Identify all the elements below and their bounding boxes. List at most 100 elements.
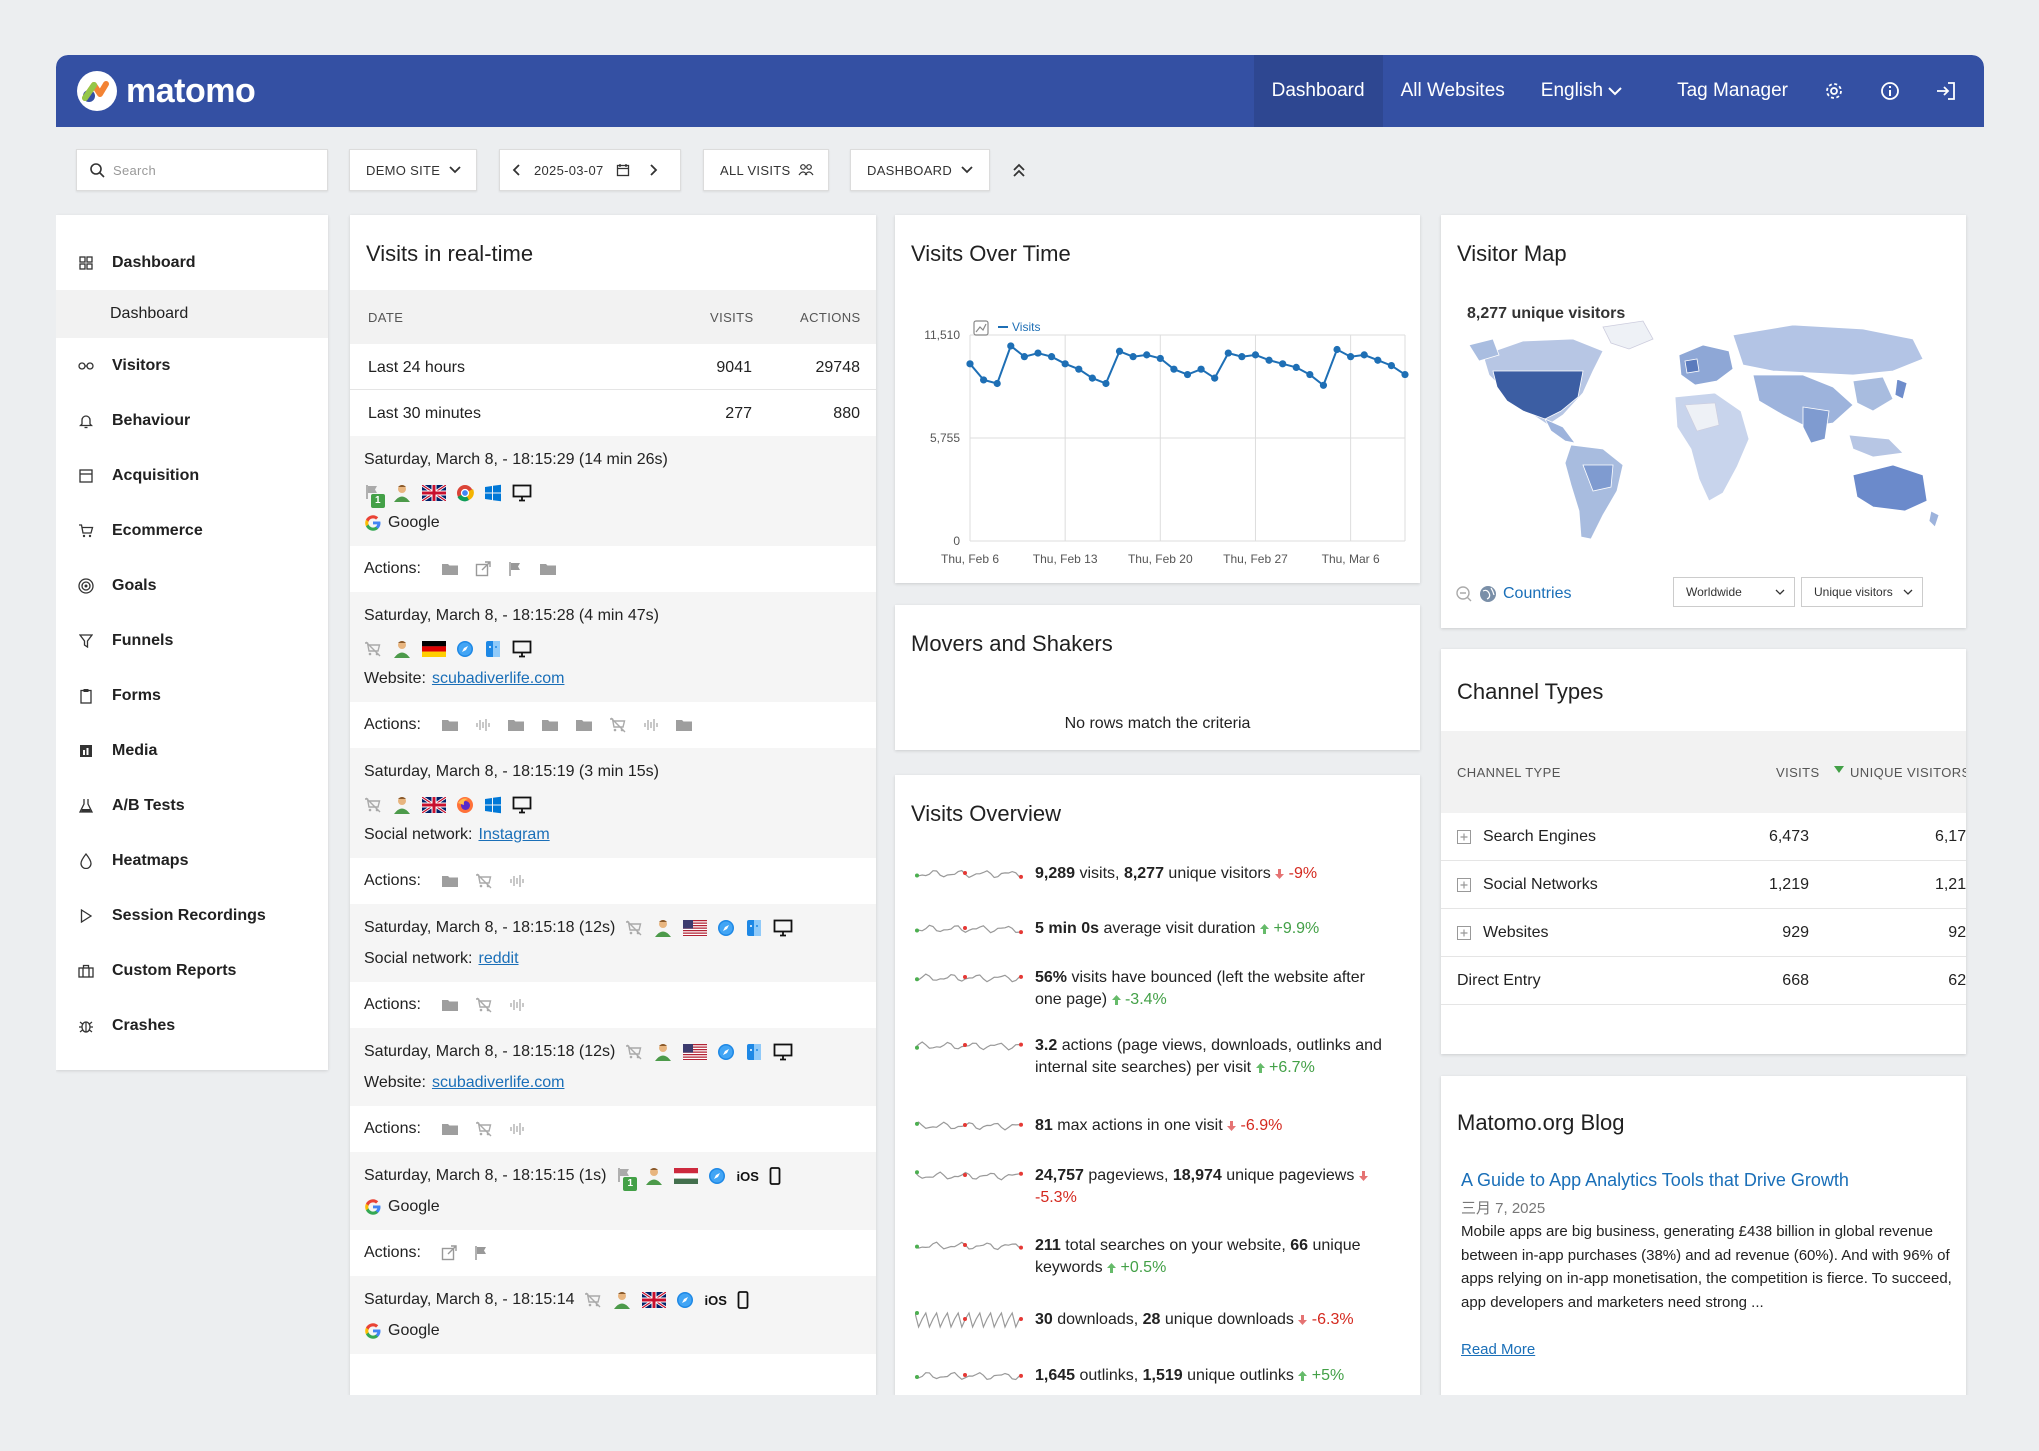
info-icon[interactable] <box>1862 55 1918 127</box>
folder-icon[interactable] <box>675 718 693 732</box>
sparkline[interactable] <box>915 1165 1025 1187</box>
nav-dashboard[interactable]: Dashboard <box>1253 55 1383 127</box>
sidebar-item-session-recordings[interactable]: Session Recordings <box>56 888 328 943</box>
referrer-link[interactable]: Instagram <box>479 826 550 844</box>
data-point[interactable] <box>1129 353 1137 361</box>
sidebar-item-crashes[interactable]: Crashes <box>56 998 328 1053</box>
table-row[interactable]: Search Engines 6,473 6,174 <box>1441 813 1966 861</box>
visitor-profile-icon[interactable] <box>392 795 412 815</box>
visitor-profile-icon[interactable] <box>612 1290 632 1310</box>
folder-icon[interactable] <box>441 998 459 1012</box>
data-point[interactable] <box>1183 370 1192 379</box>
data-point[interactable] <box>1047 353 1056 361</box>
sidebar-item-custom-reports[interactable]: Custom Reports <box>56 943 328 998</box>
sparkline[interactable] <box>915 1365 1025 1387</box>
nav-all-websites[interactable]: All Websites <box>1383 55 1523 127</box>
world-map[interactable] <box>1453 315 1953 565</box>
media-icon[interactable] <box>475 717 491 733</box>
visitor-profile-icon[interactable] <box>644 1166 664 1186</box>
folder-icon[interactable] <box>441 1122 459 1136</box>
data-point[interactable] <box>1061 360 1069 368</box>
countries-link[interactable]: Countries <box>1503 585 1571 603</box>
cart-no-icon[interactable] <box>609 717 627 733</box>
folder-icon[interactable] <box>541 718 559 732</box>
data-point[interactable] <box>1034 349 1042 357</box>
visitor-profile-icon[interactable] <box>653 1042 673 1062</box>
col-unique-visitors[interactable]: UNIQUE VISITORS <box>1850 765 1966 780</box>
media-icon[interactable] <box>509 873 525 889</box>
nav-tag-manager[interactable]: Tag Manager <box>1659 55 1806 127</box>
visitor-profile-icon[interactable] <box>392 639 412 659</box>
matomo-logo[interactable]: matomo <box>76 70 256 112</box>
visit-entry[interactable]: Saturday, March 8, - 18:15:29 (14 min 26… <box>350 436 876 546</box>
zoom-out-icon[interactable] <box>1455 585 1473 603</box>
table-row[interactable]: Social Networks 1,219 1,210 <box>1441 861 1966 909</box>
visit-entry[interactable]: Saturday, March 8, - 18:15:18 (12s) Socia… <box>350 904 876 982</box>
sparkline[interactable] <box>915 1309 1025 1331</box>
referrer-link[interactable]: reddit <box>479 950 519 968</box>
sidebar-item-heatmaps[interactable]: Heatmaps <box>56 833 328 888</box>
sidebar-item-visitors[interactable]: Visitors <box>56 338 328 393</box>
dashboard-selector[interactable]: DASHBOARD <box>850 149 990 191</box>
visitor-profile-icon[interactable] <box>653 918 673 938</box>
data-point[interactable] <box>1020 353 1028 361</box>
visit-entry[interactable]: Saturday, March 8, - 18:15:19 (3 min 15s… <box>350 748 876 858</box>
folder-icon[interactable] <box>441 562 459 576</box>
folder-icon[interactable] <box>441 718 459 732</box>
expand-icon[interactable] <box>1457 925 1471 940</box>
sparkline[interactable] <box>915 918 1025 940</box>
cart-no-icon[interactable] <box>475 873 493 889</box>
sparkline[interactable] <box>915 967 1025 989</box>
expand-icon[interactable] <box>1457 877 1471 892</box>
external-link-icon[interactable] <box>475 561 491 577</box>
map-region-select[interactable]: Worldwide <box>1673 577 1795 607</box>
data-point[interactable] <box>1279 360 1287 368</box>
search-box[interactable]: Search <box>76 149 328 191</box>
sparkline[interactable] <box>915 1035 1025 1057</box>
sidebar-item-forms[interactable]: Forms <box>56 668 328 723</box>
data-point[interactable] <box>1143 351 1151 359</box>
data-point[interactable] <box>1387 362 1396 370</box>
visits-line-chart[interactable]: 0 5,755 11,510 Thu, Feb 6 Thu, Feb 13 Thu, Fe… <box>895 285 1420 575</box>
expand-icon[interactable] <box>1457 829 1471 844</box>
sparkline[interactable] <box>915 1235 1025 1257</box>
nav-language[interactable]: English <box>1523 55 1659 127</box>
chevron-right-icon[interactable] <box>648 163 660 177</box>
data-point[interactable] <box>1115 347 1124 355</box>
flag-icon[interactable] <box>507 561 523 577</box>
data-point[interactable] <box>966 360 974 368</box>
segment-selector[interactable]: ALL VISITS <box>703 149 829 191</box>
sparkline[interactable] <box>915 863 1025 885</box>
read-more-link[interactable]: Read More <box>1461 1341 1535 1358</box>
data-point[interactable] <box>1170 365 1178 373</box>
cart-no-icon[interactable] <box>475 1121 493 1137</box>
sidebar-item-media[interactable]: Media <box>56 723 328 778</box>
logout-icon[interactable] <box>1918 55 1974 127</box>
visitor-profile-icon[interactable] <box>392 483 412 503</box>
visit-entry[interactable]: Saturday, March 8, - 18:15:15 (1s) 1 iOS Go… <box>350 1152 876 1230</box>
external-link-icon[interactable] <box>441 1245 457 1261</box>
referrer-link[interactable]: scubadiverlife.com <box>432 670 565 688</box>
media-icon[interactable] <box>509 997 525 1013</box>
data-point[interactable] <box>1197 365 1205 373</box>
data-point[interactable] <box>1360 351 1368 359</box>
data-point[interactable] <box>1333 345 1341 354</box>
blog-post-title[interactable]: A Guide to App Analytics Tools that Driv… <box>1461 1170 1849 1191</box>
data-point[interactable] <box>1211 374 1219 382</box>
data-point[interactable] <box>1265 356 1273 364</box>
site-selector[interactable]: DEMO SITE <box>349 149 477 191</box>
gear-icon[interactable] <box>1806 55 1862 127</box>
data-point[interactable] <box>1075 365 1083 373</box>
sidebar-item-goals[interactable]: Goals <box>56 558 328 613</box>
data-point[interactable] <box>993 379 1001 388</box>
collapse-icon[interactable] <box>1010 161 1028 179</box>
data-point[interactable] <box>1374 356 1382 364</box>
data-point[interactable] <box>1156 354 1164 363</box>
folder-icon[interactable] <box>441 874 459 888</box>
data-point[interactable] <box>1401 370 1409 379</box>
sparkline[interactable] <box>915 1115 1025 1137</box>
data-point[interactable] <box>1306 370 1314 379</box>
folder-icon[interactable] <box>575 718 593 732</box>
media-icon[interactable] <box>643 717 659 733</box>
data-point[interactable] <box>1319 381 1328 389</box>
